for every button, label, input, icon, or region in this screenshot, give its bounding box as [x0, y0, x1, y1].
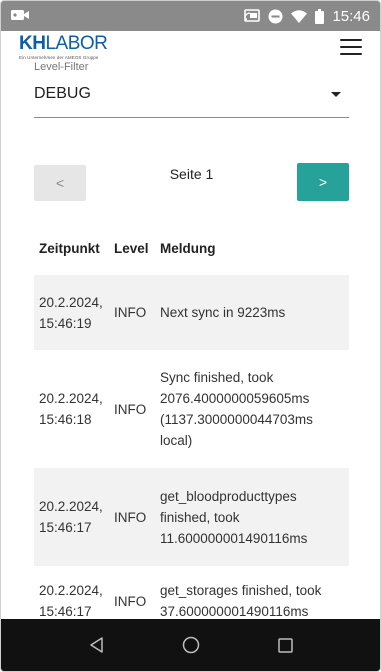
cell-message: Next sync in 9223ms — [160, 305, 286, 320]
do-not-disturb-icon — [268, 9, 283, 23]
battery-icon — [315, 8, 325, 24]
cell-time: 20.2.2024, 15:46:18 — [39, 391, 103, 427]
pagination: < Seite 1 > — [34, 163, 349, 201]
column-header-message: Meldung — [160, 240, 216, 256]
log-table: Zeitpunkt Level Meldung 20.2.2024, 15:46… — [34, 233, 349, 636]
table-row: 20.2.2024, 15:46:17 INFO get_bloodproduc… — [34, 468, 349, 566]
table-row: 20.2.2024, 15:46:18 INFO Sync finished, … — [34, 350, 349, 468]
cell-level: INFO — [114, 401, 147, 417]
home-circle-icon — [182, 636, 200, 654]
cell-time: 20.2.2024, 15:46:17 — [39, 499, 103, 535]
back-triangle-icon — [90, 637, 103, 653]
table-row: 20.2.2024, 15:46:19 INFO Next sync in 92… — [34, 275, 349, 350]
table-header: Zeitpunkt Level Meldung — [34, 233, 349, 263]
hamburger-menu-icon[interactable] — [340, 39, 362, 57]
next-page-button[interactable]: > — [297, 163, 349, 201]
khlabor-logo: KHLABOR Ein Unternehmen der AMEOS Gruppe — [19, 33, 108, 61]
home-button[interactable] — [161, 619, 221, 671]
logo-subtitle: Ein Unternehmen der AMEOS Gruppe — [19, 55, 99, 60]
level-filter: Level-Filter DEBUG — [34, 61, 349, 118]
status-bar: 15:46 — [1, 1, 380, 31]
cell-level: INFO — [114, 305, 147, 320]
app-frame: 15:46 KHLABOR Ein Unternehmen der AMEOS … — [0, 0, 381, 672]
cell-message: get_bloodproducttypes finished, took 11.… — [160, 488, 308, 546]
dropdown-caret-icon — [331, 92, 341, 97]
cast-icon — [244, 9, 261, 22]
cell-message: get_storages finished, took 37.600000001… — [160, 583, 322, 619]
cell-level: INFO — [114, 509, 147, 525]
back-button[interactable] — [67, 619, 127, 671]
logo-labor: LABOR — [45, 33, 108, 54]
recents-button[interactable] — [255, 619, 315, 671]
level-filter-value: DEBUG — [34, 85, 91, 102]
cell-time: 20.2.2024, 15:46:17 — [39, 583, 103, 619]
cell-time: 20.2.2024, 15:46:19 — [39, 294, 103, 331]
level-filter-select[interactable]: DEBUG — [34, 85, 349, 118]
cell-message: Sync finished, took 2076.4000000059605ms… — [160, 370, 313, 448]
wifi-icon — [291, 9, 308, 23]
column-header-level: Level — [114, 240, 149, 256]
chevron-right-icon: > — [318, 174, 328, 190]
clock: 15:46 — [332, 7, 370, 25]
cell-level: INFO — [114, 593, 147, 609]
video-camera-icon — [11, 10, 29, 20]
recents-square-icon — [277, 637, 293, 653]
logo-kh: KH — [19, 33, 46, 54]
level-filter-label: Level-Filter — [34, 61, 89, 73]
navigation-bar — [1, 619, 380, 671]
column-header-time: Zeitpunkt — [39, 240, 100, 256]
